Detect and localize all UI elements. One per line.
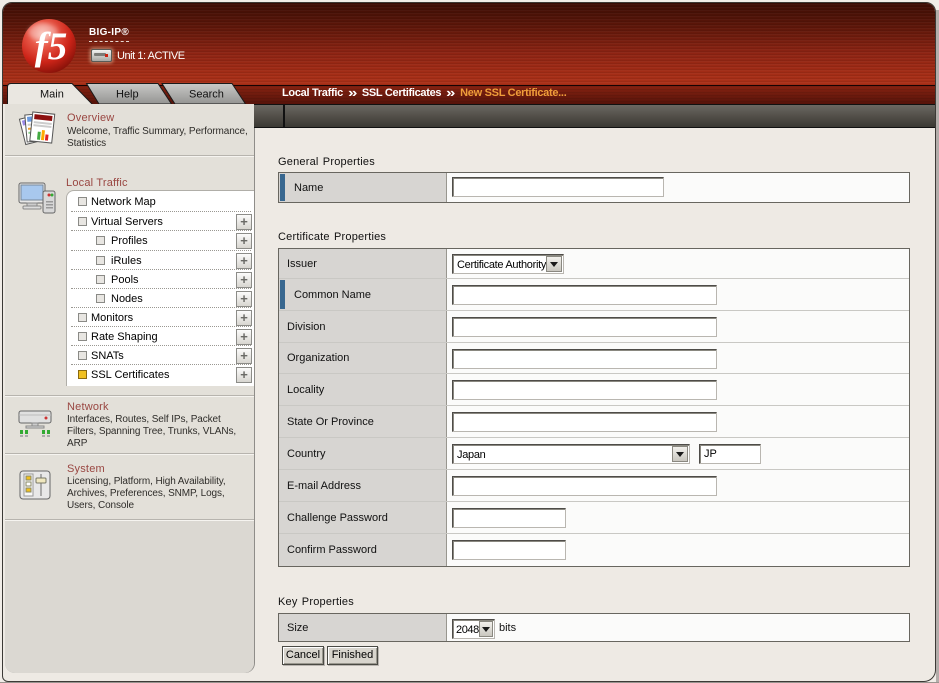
svg-text:Main: Main [40,89,64,101]
svg-text:f5: f5 [35,25,68,68]
svg-text:Search: Search [189,89,224,101]
svg-text:Help: Help [116,89,139,101]
